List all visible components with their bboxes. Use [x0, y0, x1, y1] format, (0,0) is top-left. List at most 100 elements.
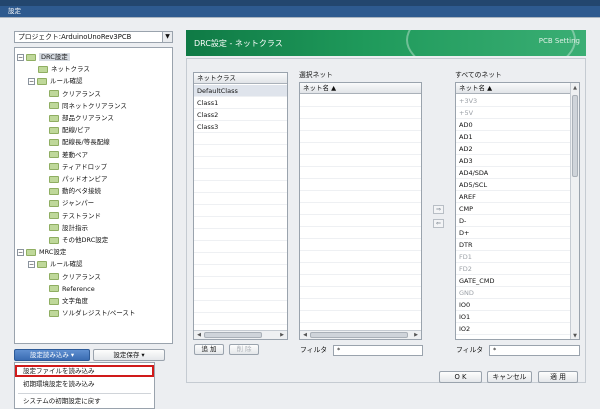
selected-net-row[interactable] — [300, 107, 421, 119]
tree-node[interactable]: ジャンパー — [49, 197, 94, 209]
all-nets-vscroll[interactable]: ▲ ▼ — [570, 83, 579, 339]
net-row[interactable]: CMP — [456, 203, 572, 215]
scroll-up-icon[interactable]: ▲ — [571, 84, 579, 92]
netclass-row[interactable]: Class1 — [194, 97, 287, 109]
tree-node[interactable]: クリアランス — [49, 88, 101, 100]
netclass-row[interactable] — [194, 193, 287, 205]
selected-filter-input[interactable]: * — [333, 345, 423, 356]
selected-nets-column-header[interactable]: ネット名 ▲ — [300, 83, 421, 94]
netclass-row[interactable] — [194, 181, 287, 193]
selected-net-row[interactable] — [300, 227, 421, 239]
tree-node[interactable]: ネットクラス — [38, 63, 90, 75]
net-row[interactable]: AD3 — [456, 155, 572, 167]
netclass-row[interactable] — [194, 277, 287, 289]
menu-item-reset-system[interactable]: システムの初期設定に戻す — [15, 395, 154, 407]
net-row[interactable]: FD2 — [456, 263, 572, 275]
selected-net-row[interactable] — [300, 299, 421, 311]
netclass-row[interactable] — [194, 289, 287, 301]
netclass-row[interactable] — [194, 169, 287, 181]
selected-net-row[interactable] — [300, 191, 421, 203]
tree-node[interactable]: − DRC設定 — [17, 51, 70, 63]
scroll-down-icon[interactable]: ▼ — [571, 332, 579, 339]
netclass-row[interactable] — [194, 205, 287, 217]
selected-nets-hscroll[interactable]: ◀ ▶ — [300, 330, 421, 339]
selected-net-row[interactable] — [300, 167, 421, 179]
tree-node[interactable]: ティアドロップ — [49, 161, 107, 173]
net-row[interactable]: AD2 — [456, 143, 572, 155]
tree-node[interactable]: − ルール確認 — [28, 258, 83, 270]
netclass-row[interactable] — [194, 157, 287, 169]
chevron-down-icon[interactable]: ▼ — [162, 32, 172, 42]
netclass-row[interactable] — [194, 241, 287, 253]
netclass-row[interactable]: DefaultClass — [194, 85, 287, 97]
netclass-row[interactable] — [194, 265, 287, 277]
tree-node[interactable]: − ルール確認 — [28, 75, 83, 87]
scroll-right-icon[interactable]: ▶ — [412, 331, 420, 339]
tree-node[interactable]: 配線/ビア — [49, 124, 90, 136]
move-right-button[interactable]: ⇒ — [433, 205, 444, 214]
tree-node[interactable]: − MRC設定 — [17, 246, 66, 258]
net-row[interactable]: GATE_CMD — [456, 275, 572, 287]
add-netclass-button[interactable]: 追 加 — [194, 344, 224, 355]
scroll-thumb[interactable] — [204, 332, 262, 338]
net-row[interactable]: FD1 — [456, 251, 572, 263]
scroll-left-icon[interactable]: ◀ — [301, 331, 309, 339]
net-row[interactable]: DTR — [456, 239, 572, 251]
netclass-row[interactable] — [194, 253, 287, 265]
net-row[interactable]: +5V — [456, 107, 572, 119]
project-select[interactable]: プロジェクト:ArduinoUnoRev3PCB ▼ — [14, 31, 173, 43]
tree-node[interactable]: 動的ベタ接続 — [49, 185, 101, 197]
net-row[interactable]: AD5/SCL — [456, 179, 572, 191]
selected-net-row[interactable] — [300, 215, 421, 227]
all-filter-input[interactable]: * — [489, 345, 580, 356]
net-row[interactable]: AREF — [456, 191, 572, 203]
tree-node[interactable]: その他DRC設定 — [49, 234, 108, 246]
selected-net-row[interactable] — [300, 311, 421, 323]
menu-item-load-initial[interactable]: 初期環境設定を読み込み — [15, 378, 154, 390]
netclass-row[interactable] — [194, 145, 287, 157]
collapse-icon[interactable]: − — [17, 248, 24, 256]
net-row[interactable]: AD4/SDA — [456, 167, 572, 179]
net-row[interactable]: +3V3 — [456, 95, 572, 107]
net-row[interactable]: IO2 — [456, 323, 572, 335]
net-row[interactable]: IO1 — [456, 311, 572, 323]
tree-node[interactable]: ソルダレジスト/ペースト — [49, 307, 135, 319]
netclass-row[interactable] — [194, 133, 287, 145]
netclass-row[interactable] — [194, 217, 287, 229]
scroll-left-icon[interactable]: ◀ — [195, 331, 203, 339]
selected-net-row[interactable] — [300, 143, 421, 155]
netclass-hscroll[interactable]: ◀ ▶ — [194, 330, 287, 339]
tree-node[interactable]: パッドオンビア — [49, 173, 108, 185]
selected-net-row[interactable] — [300, 251, 421, 263]
net-row[interactable]: D- — [456, 215, 572, 227]
selected-net-row[interactable] — [300, 95, 421, 107]
net-row[interactable]: AD0 — [456, 119, 572, 131]
save-settings-button[interactable]: 設定保存 ▾ — [93, 349, 165, 361]
net-row[interactable]: AD1 — [456, 131, 572, 143]
collapse-icon[interactable]: − — [28, 260, 35, 268]
selected-net-row[interactable] — [300, 239, 421, 251]
net-row[interactable]: GND — [456, 287, 572, 299]
delete-netclass-button[interactable]: 削 除 — [229, 344, 259, 355]
selected-net-row[interactable] — [300, 155, 421, 167]
selected-net-row[interactable] — [300, 119, 421, 131]
cancel-button[interactable]: キャンセル — [487, 371, 532, 383]
tree-node[interactable]: クリアランス — [49, 271, 101, 283]
ok-button[interactable]: O K — [439, 371, 482, 383]
tree-node[interactable]: Reference — [49, 283, 95, 295]
scroll-thumb[interactable] — [310, 332, 408, 338]
tree-node[interactable]: 設計指示 — [49, 222, 88, 234]
apply-button[interactable]: 適 用 — [538, 371, 578, 383]
netclass-row[interactable] — [194, 301, 287, 313]
tree-node[interactable]: 配線長/等長配線 — [49, 136, 110, 148]
selected-net-row[interactable] — [300, 179, 421, 191]
selected-net-row[interactable] — [300, 203, 421, 215]
netclass-row[interactable] — [194, 313, 287, 325]
netclass-row[interactable]: Class2 — [194, 109, 287, 121]
selected-net-row[interactable] — [300, 263, 421, 275]
netclass-row[interactable] — [194, 229, 287, 241]
menu-item-load-file[interactable]: 設定ファイルを読み込み — [15, 365, 154, 377]
scroll-thumb[interactable] — [572, 95, 578, 177]
selected-net-row[interactable] — [300, 275, 421, 287]
all-nets-column-header[interactable]: ネット名 ▲ — [456, 83, 572, 94]
